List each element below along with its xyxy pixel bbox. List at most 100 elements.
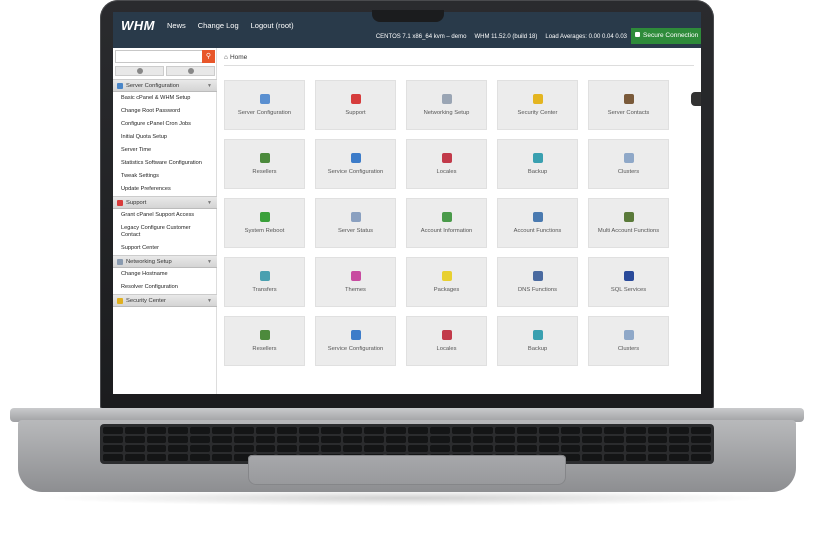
keyboard-key: [691, 454, 711, 461]
keyboard-key: [408, 436, 428, 443]
keyboard-key: [255, 445, 276, 452]
feature-icon: [350, 93, 361, 104]
sidebar-category[interactable]: Support ▼: [113, 196, 217, 209]
feature-tile[interactable]: Server Configuration: [224, 80, 305, 130]
search-icon[interactable]: ⚲: [202, 50, 215, 63]
sidebar-item[interactable]: Change Root Password: [113, 105, 217, 118]
feature-tile[interactable]: Resellers: [224, 139, 305, 189]
breadcrumb-home[interactable]: Home: [230, 54, 247, 61]
feature-tile[interactable]: Networking Setup: [406, 80, 487, 130]
scroll-up-button[interactable]: [115, 66, 164, 76]
search-box[interactable]: ⚲: [115, 50, 215, 63]
category-label: Server Configuration: [126, 82, 180, 89]
camera-notch: [372, 10, 444, 22]
feature-tile[interactable]: Backup: [497, 316, 578, 366]
keyboard-key: [299, 427, 319, 434]
feature-tile[interactable]: Themes: [315, 257, 396, 307]
secure-connection-badge[interactable]: Secure Connection: [631, 28, 701, 44]
lock-icon: [635, 32, 640, 37]
feature-icon: [623, 211, 634, 222]
feature-tile[interactable]: Backup: [497, 139, 578, 189]
trackpad: [248, 455, 566, 485]
sidebar-item[interactable]: Change Hostname: [113, 268, 217, 281]
down-arrow-icon: [187, 68, 194, 74]
category-icon: [117, 82, 123, 89]
keyboard-key: [451, 436, 472, 443]
sidebar: ⚲ Server Configuration ▼ Basic cPanel & WH…: [113, 48, 217, 394]
keyboard-key: [168, 445, 189, 452]
keyboard-key: [320, 436, 341, 443]
sidebar-item[interactable]: Tweak Settings: [113, 170, 217, 183]
sidebar-category[interactable]: Security Center ▼: [113, 294, 217, 307]
keyboard-key: [538, 427, 559, 434]
feature-icon: [259, 93, 270, 104]
sidebar-item[interactable]: Statistics Software Configuration: [113, 157, 217, 170]
feature-tile[interactable]: Clusters: [588, 316, 669, 366]
keyboard-key: [625, 445, 646, 452]
nav-change-log[interactable]: Change Log: [198, 21, 239, 30]
scroll-down-button[interactable]: [166, 66, 215, 76]
keyboard-key: [625, 454, 646, 461]
keyboard-key: [146, 427, 167, 434]
feature-tile[interactable]: Service Configuration: [315, 139, 396, 189]
feature-tile[interactable]: DNS Functions: [497, 257, 578, 307]
sidebar-item[interactable]: Server Time: [113, 144, 217, 157]
keyboard-key: [647, 436, 668, 443]
category-label: Networking Setup: [126, 258, 172, 265]
keyboard-key: [625, 427, 646, 434]
feature-label: Transfers: [252, 286, 277, 293]
keyboard-key: [625, 436, 646, 443]
feature-label: Backup: [527, 345, 548, 352]
secure-label: Secure Connection: [643, 32, 699, 39]
side-panel-tab[interactable]: [691, 92, 701, 106]
sidebar-item[interactable]: Grant cPanel Support Access: [113, 209, 217, 222]
whm-logo[interactable]: WHM: [121, 18, 155, 33]
feature-label: Resellers: [252, 168, 277, 175]
feature-tile[interactable]: SQL Services: [588, 257, 669, 307]
sidebar-category[interactable]: Server Configuration ▼: [113, 79, 217, 92]
sidebar-item[interactable]: Update Preferences: [113, 183, 217, 196]
feature-tile[interactable]: System Reboot: [224, 198, 305, 248]
keyboard-key: [124, 445, 145, 452]
feature-icon: [623, 329, 634, 340]
sidebar-item[interactable]: Resolver Configuration: [113, 281, 217, 294]
keyboard-key: [124, 454, 145, 461]
system-info: CENTOS 7.1 x86_64 kvm – demo WHM 11.52.0…: [376, 34, 627, 40]
feature-icon: [623, 152, 634, 163]
sidebar-item[interactable]: Configure cPanel Cron Jobs: [113, 118, 217, 131]
sidebar-item[interactable]: Initial Quota Setup: [113, 131, 217, 144]
keyboard-key: [560, 436, 581, 443]
feature-tile[interactable]: Server Status: [315, 198, 396, 248]
feature-tile[interactable]: Support: [315, 80, 396, 130]
nav-news[interactable]: News: [167, 21, 186, 30]
keyboard-key: [604, 445, 624, 452]
sidebar-item[interactable]: Basic cPanel & WHM Setup: [113, 92, 217, 105]
feature-label: Multi Account Functions: [597, 227, 660, 234]
nav-logout[interactable]: Logout (root): [251, 21, 294, 30]
keyboard-key: [211, 445, 232, 452]
feature-label: SQL Services: [610, 286, 647, 293]
sidebar-item[interactable]: Legacy Configure Customer Contact: [113, 222, 217, 242]
feature-tile[interactable]: Transfers: [224, 257, 305, 307]
feature-tile[interactable]: Server Contacts: [588, 80, 669, 130]
feature-tile[interactable]: Multi Account Functions: [588, 198, 669, 248]
home-icon[interactable]: ⌂: [224, 54, 228, 61]
feature-tile[interactable]: Service Configuration: [315, 316, 396, 366]
sidebar-item[interactable]: Support Center: [113, 242, 217, 255]
feature-label: DNS Functions: [518, 286, 557, 293]
feature-tile[interactable]: Resellers: [224, 316, 305, 366]
feature-icon: [441, 211, 452, 222]
feature-tile[interactable]: Clusters: [588, 139, 669, 189]
sidebar-category[interactable]: Networking Setup ▼: [113, 255, 217, 268]
feature-tile[interactable]: Locales: [406, 316, 487, 366]
keyboard-key: [408, 445, 428, 452]
feature-label: Support: [345, 109, 366, 116]
feature-tile[interactable]: Account Information: [406, 198, 487, 248]
keyboard-key: [473, 436, 494, 443]
feature-tile[interactable]: Packages: [406, 257, 487, 307]
laptop-mockup: WHM News Change Log Logout (root) CENTOS…: [0, 0, 814, 540]
keyboard-key: [582, 436, 603, 443]
feature-tile[interactable]: Account Functions: [497, 198, 578, 248]
feature-tile[interactable]: Security Center: [497, 80, 578, 130]
feature-tile[interactable]: Locales: [406, 139, 487, 189]
